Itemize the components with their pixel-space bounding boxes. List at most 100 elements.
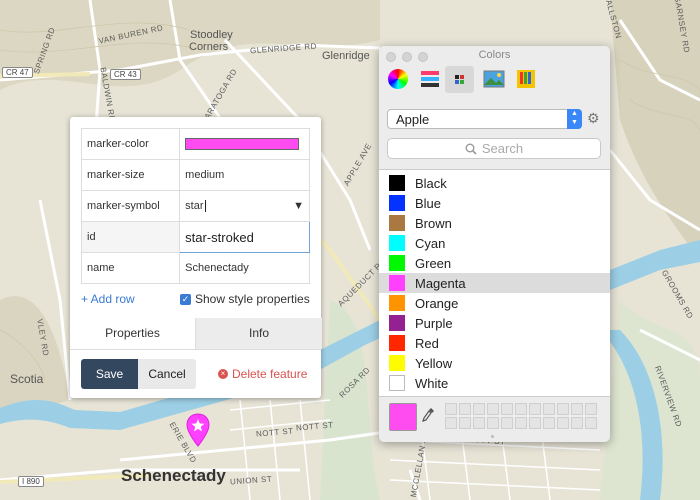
pencils-icon[interactable]: [515, 68, 537, 90]
list-item[interactable]: Black: [379, 173, 610, 193]
table-row: name Schenectady: [80, 252, 310, 284]
color-name: Cyan: [415, 235, 446, 251]
empty-swatch-cell[interactable]: [487, 417, 499, 429]
empty-swatch-cell[interactable]: [543, 417, 555, 429]
list-item[interactable]: Green: [379, 253, 610, 273]
color-name: Yellow: [415, 355, 453, 371]
color-wheel-icon[interactable]: [388, 69, 408, 89]
tab-info[interactable]: Info: [195, 318, 322, 349]
list-item[interactable]: Purple: [379, 313, 610, 333]
search-placeholder: Search: [481, 141, 524, 156]
color-swatch: [389, 215, 405, 231]
empty-swatch-cell[interactable]: [459, 403, 471, 415]
panel-title: Colors: [478, 49, 511, 61]
color-swatch: [389, 255, 405, 271]
empty-swatch-cell[interactable]: [571, 417, 583, 429]
list-item-selected[interactable]: Magenta: [379, 273, 610, 293]
color-swatch: [389, 315, 405, 331]
cancel-button[interactable]: Cancel: [138, 359, 196, 389]
resize-handle[interactable]: [491, 435, 494, 438]
table-row: marker-symbol star ▼: [80, 190, 310, 222]
empty-swatch-cell[interactable]: [557, 417, 569, 429]
property-key[interactable]: marker-size: [80, 159, 181, 191]
table-row: id star-stroked: [80, 221, 310, 253]
map-town-label: Scotia: [10, 372, 44, 386]
list-item[interactable]: Red: [379, 333, 610, 353]
empty-swatch-cell[interactable]: [445, 403, 457, 415]
color-search-input[interactable]: Search: [387, 138, 601, 159]
empty-swatch-cell[interactable]: [543, 403, 555, 415]
image-graphic: [483, 70, 505, 88]
table-row: marker-size medium: [80, 159, 310, 191]
current-color-well[interactable]: [389, 403, 417, 431]
marker-color-swatch[interactable]: [185, 138, 300, 150]
palette-select[interactable]: Apple ▲ ▼: [387, 109, 582, 129]
eyedropper-graphic: [422, 408, 434, 422]
color-name: Brown: [415, 215, 452, 231]
tab-properties[interactable]: Properties: [70, 318, 195, 349]
list-item[interactable]: White: [379, 373, 610, 393]
delete-feature-button[interactable]: × Delete feature: [218, 367, 307, 381]
map-route-shield: CR 47: [2, 67, 33, 78]
color-sliders-icon[interactable]: [419, 68, 441, 90]
eyedropper-icon[interactable]: [421, 407, 435, 426]
empty-swatch-cell[interactable]: [501, 403, 513, 415]
properties-table: marker-color marker-size medium marker-s…: [80, 128, 310, 284]
color-name: Green: [415, 255, 452, 271]
empty-swatch-cell[interactable]: [529, 403, 541, 415]
add-row-button[interactable]: + Add row: [81, 292, 135, 306]
list-item[interactable]: Blue: [379, 193, 610, 213]
list-item[interactable]: Yellow: [379, 353, 610, 373]
empty-swatch-cell[interactable]: [557, 403, 569, 415]
map-town-label: Glenridge: [322, 50, 370, 62]
list-item[interactable]: Orange: [379, 293, 610, 313]
property-key[interactable]: marker-color: [80, 128, 181, 160]
color-swatch: [389, 375, 405, 391]
id-value-input[interactable]: star-stroked: [179, 221, 310, 253]
delete-icon: ×: [218, 369, 228, 379]
save-button[interactable]: Save: [81, 359, 138, 389]
marker-color-value[interactable]: [179, 128, 310, 160]
property-key[interactable]: marker-symbol: [80, 190, 181, 222]
select-stepper-icon: ▲ ▼: [567, 109, 582, 129]
color-list[interactable]: Black Blue Brown Cyan Green Magenta Oran…: [379, 169, 610, 397]
empty-swatch-cell[interactable]: [473, 403, 485, 415]
show-style-toggle[interactable]: ✓ Show style properties: [180, 292, 310, 306]
color-palettes-icon: [455, 75, 464, 84]
map-route-shield: I 890: [18, 476, 44, 487]
property-key[interactable]: id: [80, 221, 181, 253]
list-item[interactable]: Cyan: [379, 233, 610, 253]
colors-panel: Colors Apple ▲ ▼ ⚙ Search Black Blue Bro…: [379, 46, 610, 442]
color-name: White: [415, 375, 449, 391]
empty-swatch-cell[interactable]: [515, 417, 527, 429]
checkbox-checked-icon[interactable]: ✓: [180, 293, 191, 305]
empty-swatch-cell[interactable]: [585, 417, 597, 429]
color-swatch: [389, 275, 405, 291]
map-town-label: Stoodley: [190, 29, 233, 41]
empty-swatch-cell[interactable]: [585, 403, 597, 415]
color-swatch: [389, 195, 405, 211]
list-item[interactable]: Brown: [379, 213, 610, 233]
pencils-graphic: [517, 70, 535, 88]
empty-swatch-cell[interactable]: [515, 403, 527, 415]
sliders-graphic: [421, 71, 439, 87]
empty-swatch-cell[interactable]: [529, 417, 541, 429]
empty-swatch-cell[interactable]: [459, 417, 471, 429]
property-value[interactable]: medium: [179, 159, 310, 191]
marker-symbol-select[interactable]: star ▼: [179, 190, 310, 222]
custom-swatches-grid[interactable]: [445, 403, 597, 429]
color-name: Black: [415, 175, 447, 191]
empty-swatch-cell[interactable]: [473, 417, 485, 429]
delete-feature-label: Delete feature: [232, 367, 308, 381]
table-row: marker-color: [80, 128, 310, 160]
property-key[interactable]: name: [80, 252, 181, 284]
gear-icon[interactable]: ⚙: [587, 110, 600, 127]
empty-swatch-cell[interactable]: [571, 403, 583, 415]
map-marker-pin[interactable]: [185, 413, 211, 450]
property-value[interactable]: Schenectady: [179, 252, 310, 284]
image-palettes-icon[interactable]: [483, 68, 505, 90]
empty-swatch-cell[interactable]: [501, 417, 513, 429]
empty-swatch-cell[interactable]: [445, 417, 457, 429]
color-palettes-tab[interactable]: [445, 66, 474, 93]
empty-swatch-cell[interactable]: [487, 403, 499, 415]
